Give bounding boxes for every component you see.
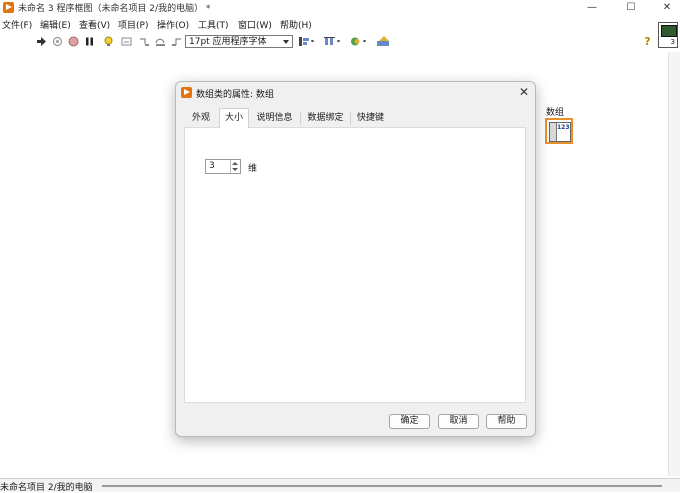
array-terminal-icon [549, 122, 571, 142]
dialog-close-button[interactable]: ✕ [516, 84, 532, 100]
tab-shortcuts[interactable]: 快捷键 [353, 110, 388, 127]
step-out-icon[interactable] [171, 36, 182, 47]
dimensions-label: 维 [248, 164, 258, 174]
vi-icon-screen [661, 25, 677, 37]
tab-appearance[interactable]: 外观 [186, 110, 216, 127]
help-button[interactable]: 帮助 [486, 414, 527, 429]
stepper-buttons[interactable] [230, 160, 240, 173]
align-icon[interactable] [298, 36, 316, 47]
reorder-icon[interactable] [350, 36, 368, 47]
tab-documentation[interactable]: 说明信息 [252, 110, 297, 127]
maximize-button[interactable]: ☐ [620, 0, 642, 15]
dimensions-value[interactable]: 3 [209, 161, 215, 171]
array-terminal[interactable] [545, 118, 573, 144]
status-bar: 未命名项目 2/我的电脑 [0, 478, 680, 493]
labview-app-icon [3, 2, 14, 13]
tab-separator [300, 112, 301, 125]
menu-tools[interactable]: 工具(T) [198, 18, 229, 31]
step-over-icon[interactable] [155, 36, 166, 47]
pause-icon[interactable] [84, 36, 95, 47]
lightbulb-icon[interactable] [103, 36, 114, 47]
retain-wire-values-icon[interactable] [121, 36, 132, 47]
font-select-value: 17pt 应用程序字体 [189, 37, 267, 47]
menu-bar: 文件(F) 编辑(E) 查看(V) 项目(P) 操作(O) 工具(T) 窗口(W… [0, 17, 680, 31]
menu-help[interactable]: 帮助(H) [280, 18, 312, 31]
vi-icon-number: 3 [670, 38, 675, 46]
tab-size[interactable]: 大小 [219, 108, 249, 128]
diagram-toolbar: 17pt 应用程序字体 [0, 33, 658, 50]
stepper-up-icon[interactable] [232, 162, 238, 165]
menu-view[interactable]: 查看(V) [79, 18, 110, 31]
stepper-down-icon[interactable] [232, 168, 238, 171]
tab-separator [350, 112, 351, 125]
cleanup-diagram-icon[interactable] [376, 36, 392, 47]
size-tab-panel: 3 维 [184, 127, 526, 403]
context-help-button[interactable]: ? [642, 35, 653, 48]
array-terminal-label[interactable]: 数组 [546, 105, 564, 118]
dialog-app-icon [181, 87, 192, 98]
ok-button[interactable]: 确定 [389, 414, 430, 429]
minimize-button[interactable]: — [581, 0, 603, 15]
dialog-title: 数组类的属性: 数组 [196, 90, 274, 100]
menu-operate[interactable]: 操作(O) [157, 18, 189, 31]
vertical-scrollbar[interactable] [668, 52, 680, 476]
menu-project[interactable]: 项目(P) [118, 18, 148, 31]
menu-window[interactable]: 窗口(W) [238, 18, 272, 31]
distribute-icon[interactable] [324, 36, 342, 47]
menu-edit[interactable]: 编辑(E) [40, 18, 71, 31]
window-title: 未命名 3 程序框图（未命名项目 2/我的电脑） * [18, 4, 211, 14]
chevron-down-icon [283, 40, 289, 44]
close-window-button[interactable]: ✕ [656, 0, 678, 15]
menu-file[interactable]: 文件(F) [2, 18, 32, 31]
horizontal-scrollbar[interactable] [102, 485, 662, 487]
status-project-path: 未命名项目 2/我的电脑 [0, 483, 93, 493]
dimensions-stepper[interactable]: 3 [205, 159, 241, 174]
abort-icon[interactable] [68, 36, 79, 47]
font-select[interactable]: 17pt 应用程序字体 [185, 35, 293, 48]
vi-icon[interactable]: 3 [658, 22, 678, 48]
step-into-icon[interactable] [139, 36, 150, 47]
run-arrow-icon[interactable] [36, 36, 47, 47]
highlight-execution-icon[interactable] [52, 36, 63, 47]
array-properties-dialog: 数组类的属性: 数组 ✕ 外观 大小 说明信息 数据绑定 快捷键 3 维 确定 … [175, 81, 536, 437]
window-titlebar: 未命名 3 程序框图（未命名项目 2/我的电脑） * — ☐ ✕ [0, 0, 680, 15]
cancel-button[interactable]: 取消 [438, 414, 479, 429]
tab-data-binding[interactable]: 数据绑定 [303, 110, 348, 127]
